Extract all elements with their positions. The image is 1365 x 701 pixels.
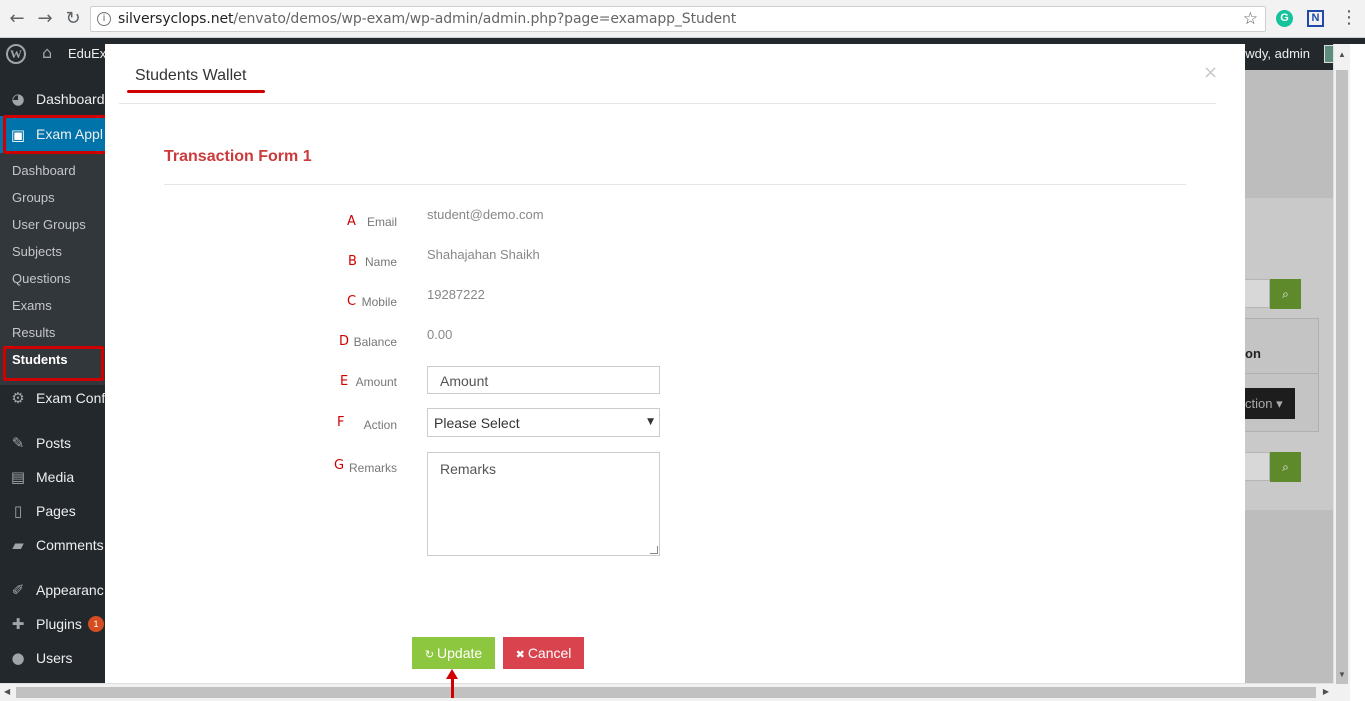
annotation-letter-e: E <box>340 374 349 389</box>
scroll-up-icon[interactable]: ▲ <box>1338 50 1346 59</box>
address-bar[interactable]: i silversyclops.net/envato/demos/wp-exam… <box>90 6 1266 32</box>
background-search-icon: ⌕ <box>1270 279 1301 309</box>
scroll-left-icon[interactable]: ◀ <box>4 687 10 696</box>
plugins-update-badge: 1 <box>88 616 104 632</box>
mobile-value: 19287222 <box>427 287 485 302</box>
submenu-students[interactable]: Students <box>12 352 68 367</box>
scroll-down-icon[interactable]: ▼ <box>1338 670 1346 679</box>
balance-label: Balance <box>353 335 397 349</box>
vertical-scrollbar[interactable]: ▲ ▼ <box>1333 44 1350 684</box>
paintbrush-icon: ✐ <box>11 581 25 599</box>
annotation-letter-c: C <box>347 294 357 309</box>
bookmark-star-icon[interactable]: ☆ <box>1243 9 1258 29</box>
amount-input[interactable]: Amount <box>427 366 660 394</box>
submenu-results[interactable]: Results <box>12 325 55 340</box>
background-column-header: on <box>1245 318 1319 374</box>
background-search-input-2 <box>1245 452 1270 481</box>
menu-exam-app[interactable]: ▣ Exam Appl <box>0 116 105 153</box>
info-icon[interactable]: i <box>97 12 111 26</box>
home-icon[interactable]: ⌂ <box>42 43 52 62</box>
submenu-questions[interactable]: Questions <box>12 271 71 286</box>
comment-bubble-icon: ▰ <box>12 536 24 554</box>
cancel-button[interactable]: ✖ Cancel <box>503 637 584 669</box>
exam-app-icon: ▣ <box>10 126 26 144</box>
background-search-input <box>1245 279 1270 308</box>
menu-exam-config[interactable]: ⚙ Exam Conf <box>0 381 105 415</box>
students-wallet-modal: Students Wallet × Transaction Form 1 A E… <box>105 44 1245 698</box>
user-icon: ● <box>11 649 25 667</box>
amount-label: Amount <box>355 375 397 389</box>
menu-plugins[interactable]: ✚ Plugins 1 <box>0 607 105 641</box>
resize-grip-icon[interactable] <box>650 546 658 554</box>
site-name-link[interactable]: EduEx <box>68 46 106 61</box>
reload-icon[interactable]: ↻ <box>62 8 84 30</box>
media-icon: ▤ <box>10 468 26 486</box>
modal-title: Students Wallet <box>135 67 247 84</box>
menu-media[interactable]: ▤ Media <box>0 460 105 494</box>
balance-value: 0.00 <box>427 327 453 342</box>
annotation-letter-d: D <box>339 334 350 349</box>
submenu-exams[interactable]: Exams <box>12 298 52 313</box>
howdy-admin-link[interactable]: owdy, admin <box>1238 46 1310 61</box>
action-label: Action <box>363 418 397 432</box>
submenu-user-groups[interactable]: User Groups <box>12 217 86 232</box>
submenu-dashboard[interactable]: Dashboard <box>12 163 76 178</box>
pages-icon: ▯ <box>13 502 23 520</box>
admin-sidebar: ◕ Dashboard ▣ Exam Appl Dashboard Groups… <box>0 70 105 701</box>
pin-icon: ✎ <box>11 434 25 452</box>
remarks-textarea[interactable]: Remarks <box>427 452 660 556</box>
menu-posts[interactable]: ✎ Posts <box>0 426 105 460</box>
menu-appearance[interactable]: ✐ Appearanc <box>0 573 105 607</box>
forward-arrow-icon[interactable]: → <box>34 8 56 30</box>
exam-app-submenu: Dashboard Groups User Groups Subjects Qu… <box>0 153 105 385</box>
annotation-letter-g: G <box>334 458 345 473</box>
form-divider <box>164 184 1186 185</box>
action-select[interactable]: Please Select ▼ <box>427 408 660 437</box>
background-search-icon-2: ⌕ <box>1270 452 1301 482</box>
modal-header-divider <box>119 103 1216 104</box>
name-value: Shahajahan Shaikh <box>427 247 540 262</box>
menu-users[interactable]: ● Users <box>0 641 105 675</box>
vertical-scroll-thumb[interactable] <box>1336 70 1348 684</box>
horizontal-scrollbar[interactable]: ◀ ▶ <box>0 683 1333 701</box>
annotation-arrow-stem <box>451 676 454 698</box>
horizontal-scroll-thumb[interactable] <box>16 687 1316 698</box>
wordpress-logo-icon[interactable]: W <box>6 44 26 64</box>
menu-comments[interactable]: ▰ Comments <box>0 528 105 562</box>
refresh-icon: ↻ <box>424 648 435 661</box>
browser-toolbar: ← → ↻ i silversyclops.net/envato/demos/w… <box>0 0 1365 38</box>
dashboard-gauge-icon: ◕ <box>11 90 25 108</box>
name-label: Name <box>364 255 397 269</box>
action-select-value: Please Select <box>434 415 520 431</box>
extension-n-icon[interactable]: N <box>1307 10 1324 27</box>
plug-icon: ✚ <box>11 615 25 633</box>
annotation-letter-b: B <box>348 254 357 269</box>
close-icon[interactable]: × <box>1203 62 1218 83</box>
dropdown-caret-icon: ▼ <box>647 417 654 427</box>
menu-dashboard[interactable]: ◕ Dashboard <box>0 82 105 116</box>
form-title: Transaction Form 1 <box>164 148 312 165</box>
submenu-subjects[interactable]: Subjects <box>12 244 62 259</box>
title-underline <box>127 90 265 93</box>
grammarly-extension-icon[interactable]: G <box>1276 10 1293 27</box>
menu-pages[interactable]: ▯ Pages <box>0 494 105 528</box>
update-button[interactable]: ↻ Update <box>412 637 495 669</box>
close-x-icon: ✖ <box>515 648 525 661</box>
remarks-label: Remarks <box>348 461 397 475</box>
background-action-button: ction ▾ <box>1245 388 1295 419</box>
remarks-placeholder: Remarks <box>440 461 497 477</box>
back-arrow-icon[interactable]: ← <box>6 8 28 30</box>
mobile-label: Mobile <box>361 295 397 309</box>
email-value: student@demo.com <box>427 207 544 222</box>
email-label: Email <box>366 215 397 229</box>
browser-menu-icon[interactable]: ⋮ <box>1340 7 1358 28</box>
window-edge <box>1350 44 1365 701</box>
gear-icon: ⚙ <box>11 389 25 407</box>
scroll-right-icon[interactable]: ▶ <box>1323 687 1329 696</box>
submenu-groups[interactable]: Groups <box>12 190 55 205</box>
annotation-letter-a: A <box>347 214 356 229</box>
url-text[interactable]: silversyclops.net/envato/demos/wp-exam/w… <box>118 11 736 27</box>
annotation-letter-f: F <box>337 415 345 430</box>
